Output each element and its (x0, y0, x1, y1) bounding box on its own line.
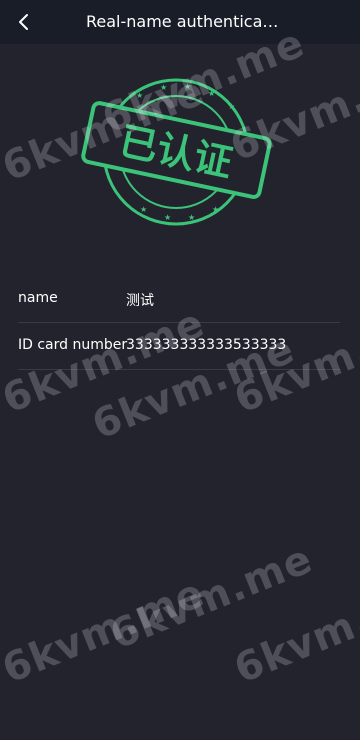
back-button[interactable] (10, 8, 38, 36)
chevron-left-icon (19, 14, 28, 30)
svg-text:★: ★ (164, 213, 171, 222)
svg-text:★: ★ (184, 82, 191, 91)
name-value: 测试 (126, 293, 154, 309)
name-row: name 测试 (18, 276, 340, 323)
watermark-text: 6kvm.me (104, 536, 319, 659)
watermark-text: 6kvm.me (228, 570, 360, 693)
svg-text:★: ★ (208, 89, 215, 98)
id-card-value: 333333333333533333 (126, 337, 287, 353)
svg-text:★: ★ (188, 213, 195, 222)
svg-text:★: ★ (228, 102, 235, 111)
id-card-label: ID card number (18, 337, 128, 353)
watermark-text: 6kvm.me (0, 570, 211, 693)
identity-info: name 测试 ID card number 33333333333353333… (0, 276, 360, 370)
verified-stamp: ★ ★ ★ ★ ★ ★ ★ ★ ★ 已认证 (78, 74, 278, 234)
top-bar: Real-name authentication (0, 0, 360, 44)
svg-text:★: ★ (212, 205, 219, 214)
auth-page: Real-name authentication ★ ★ ★ ★ ★ ★ ★ ★… (0, 0, 360, 740)
id-card-row: ID card number 333333333333533333 (18, 323, 340, 370)
name-label: name (18, 290, 58, 306)
svg-text:★: ★ (160, 83, 167, 92)
svg-text:★: ★ (136, 91, 143, 100)
svg-text:★: ★ (140, 205, 147, 214)
page-title: Real-name authentication (86, 12, 282, 31)
